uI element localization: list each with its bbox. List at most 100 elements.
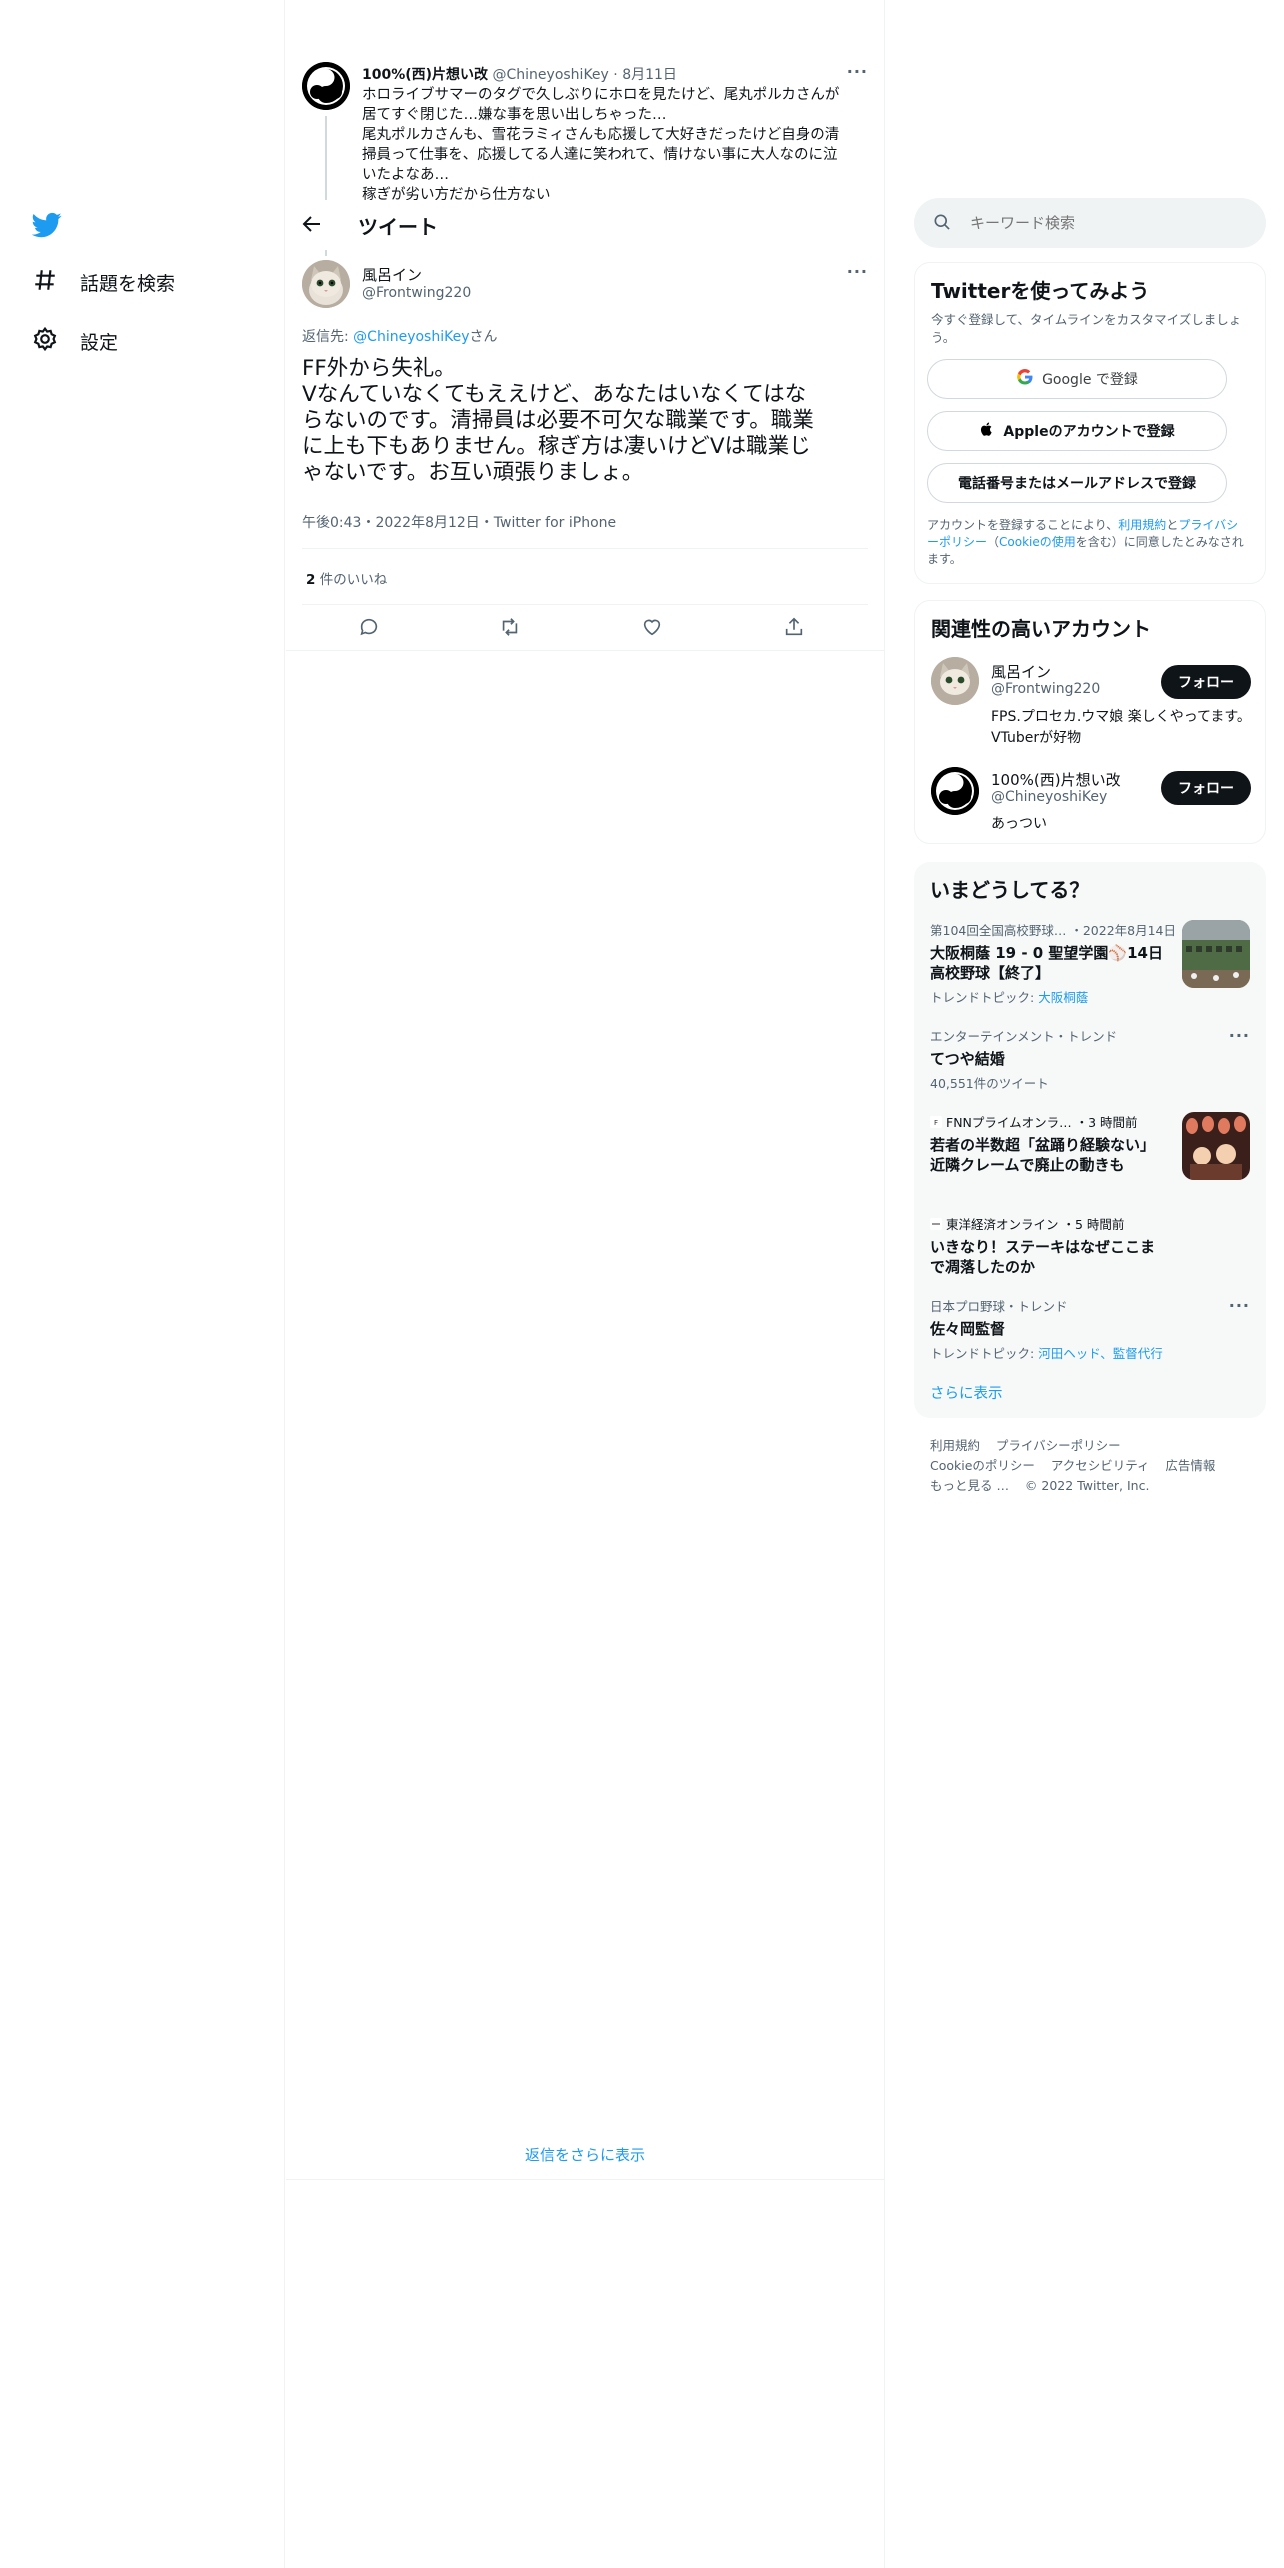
show-more-replies-link[interactable]: 返信をさらに表示 <box>286 2144 884 2165</box>
author-handle[interactable]: @Frontwing220 <box>362 285 471 301</box>
account-name: 風呂イン <box>991 663 1052 681</box>
tweet-text: ホロライブサマーのタグで久しぶりにホロを見たけど、尾丸ポルカさんが 居てすぐ閉じ… <box>362 85 862 200</box>
likes-label: 件のいいね <box>319 572 388 588</box>
footer-cookie-link[interactable]: Cookieのポリシー <box>930 1458 1035 1473</box>
trend-category: FNNプライムオンラ… ・3 時間前 <box>946 1115 1138 1130</box>
footer-copyright: © 2022 Twitter, Inc. <box>1024 1478 1150 1493</box>
account-handle: @Frontwing220 <box>991 681 1101 697</box>
apple-signup-label: Appleのアカウントで登録 <box>1003 424 1175 440</box>
parent-tweet[interactable]: 100%(西)片想い改 @ChineyoshiKey · 8月11日 ··· ホ… <box>302 62 868 200</box>
follow-button[interactable]: フォロー <box>1161 771 1251 805</box>
nav-settings[interactable]: 設定 <box>32 326 118 357</box>
divider <box>286 2179 884 2180</box>
back-arrow-icon[interactable] <box>300 212 324 236</box>
apple-signup-button[interactable]: Appleのアカウントで登録 <box>927 411 1227 451</box>
avatar[interactable] <box>931 657 979 705</box>
trend-title-line: 近隣クレームで廃止の動きも <box>930 1156 1125 1174</box>
search-icon <box>932 212 952 232</box>
more-options-icon[interactable]: ··· <box>847 262 868 281</box>
trend-topic-link[interactable]: 大阪桐蔭 <box>1038 990 1088 1005</box>
nav-explore[interactable]: 話題を検索 <box>32 267 175 298</box>
author-name[interactable]: 100%(西)片想い改 <box>362 67 488 83</box>
reply-icon[interactable] <box>358 616 380 638</box>
tweet-line: 居てすぐ閉じた…嫌な事を思い出しちゃった… <box>362 107 667 123</box>
search-input[interactable] <box>970 210 1240 236</box>
footer-privacy-link[interactable]: プライバシーポリシー <box>996 1438 1121 1453</box>
related-accounts-card: 関連性の高いアカウント 風呂イン @Frontwing220 FPS.プロセカ.… <box>914 600 1266 844</box>
phone-email-signup-button[interactable]: 電話番号またはメールアドレスで登録 <box>927 463 1227 503</box>
signup-legal-text: アカウントを登録することにより、利用規約とプライバシーポリシー（Cookieの使… <box>927 517 1249 568</box>
reply-suffix: さん <box>469 329 498 345</box>
account-bio: あっつい <box>991 816 1047 832</box>
tweet-timestamp[interactable]: 午後0:43・2022年8月12日・Twitter for iPhone <box>302 512 616 532</box>
trend-category: 日本プロ野球・トレンド <box>930 1299 1068 1314</box>
trend-category: 東洋経済オンライン ・5 時間前 <box>946 1217 1125 1232</box>
trend-topic-link[interactable]: 河田ヘッド、監督代行 <box>1038 1346 1163 1361</box>
trend-title-line: いきなり！ステーキはなぜここま <box>930 1238 1156 1256</box>
main-column: 100%(西)片想い改 @ChineyoshiKey · 8月11日 ··· ホ… <box>286 0 884 2568</box>
tweet-date[interactable]: 8月11日 <box>622 67 677 83</box>
avatar[interactable] <box>302 62 350 110</box>
trend-title-line: で凋落したのか <box>930 1258 1036 1276</box>
tweet-header: ツイート <box>286 200 884 248</box>
account-name: 100%(西)片想い改 <box>991 771 1121 789</box>
author-name[interactable]: 風呂イン <box>362 264 422 285</box>
column-divider <box>284 0 285 2568</box>
google-icon <box>1016 368 1034 390</box>
tweet-line: いたよなあ… <box>362 167 449 183</box>
account-row[interactable]: 風呂イン @Frontwing220 FPS.プロセカ.ウマ娘 楽しくやってます… <box>915 657 1267 757</box>
share-icon[interactable] <box>783 616 805 638</box>
trends-title: いまどうしてる？ <box>930 878 1090 902</box>
footer-more-link[interactable]: もっと見る … <box>930 1478 1009 1493</box>
tweet-body: FF外から失礼。 Vなんていなくてもええけど、あなたはいなくてはな らないのです… <box>302 356 868 486</box>
footer: 利用規約 プライバシーポリシー Cookieのポリシー アクセシビリティ 広告情… <box>930 1436 1260 1496</box>
author-handle[interactable]: @ChineyoshiKey <box>493 67 609 83</box>
signup-description: 今すぐ登録して、タイムラインをカスタマイズしましょう。 <box>931 312 1242 345</box>
retweet-icon[interactable] <box>499 616 521 638</box>
tweet-line: ゃないです。お互い頑張りましょ。 <box>302 460 644 485</box>
footer-accessibility-link[interactable]: アクセシビリティ <box>1051 1458 1150 1473</box>
tweet-line: FF外から失礼。 <box>302 356 456 381</box>
likes-summary[interactable]: 2 件のいいね <box>306 568 387 588</box>
gear-icon <box>32 326 58 357</box>
google-signup-button[interactable]: Google で登録 <box>927 359 1227 399</box>
trend-item[interactable]: 日本プロ野球・トレンド 佐々岡監督 トレンドトピック: 河田ヘッド、監督代行 <box>930 1296 1250 1362</box>
trend-category: エンターテインメント・トレンド <box>930 1029 1118 1044</box>
divider <box>302 548 868 549</box>
more-options-icon[interactable]: ··· <box>1229 1026 1250 1045</box>
page-title: ツイート <box>358 215 438 239</box>
thread-line <box>325 116 327 200</box>
trend-item[interactable]: 東洋経済オンライン ・5 時間前 いきなり！ステーキはなぜここま で凋落したのか <box>930 1214 1250 1277</box>
trend-title-line: てつや結婚 <box>930 1050 1005 1068</box>
right-sidebar: Twitterを使ってみよう 今すぐ登録して、タイムラインをカスタマイズしましょ… <box>914 0 1266 2568</box>
footer-ads-link[interactable]: 広告情報 <box>1165 1458 1215 1473</box>
follow-button[interactable]: フォロー <box>1161 665 1251 699</box>
twitter-logo-icon[interactable] <box>31 210 62 240</box>
hashtag-icon <box>32 267 58 298</box>
avatar[interactable] <box>931 767 979 815</box>
news-source-icon: F <box>930 1115 942 1128</box>
legal-paren: （ <box>987 535 1000 549</box>
cookie-link[interactable]: Cookieの使用 <box>999 535 1076 549</box>
nav-explore-label: 話題を検索 <box>80 273 176 295</box>
trend-item[interactable]: エンターテインメント・トレンド てつや結婚 40,551件のツイート <box>930 1026 1250 1092</box>
trend-title-line: 大阪桐蔭 19 - 0 聖望学園⚾14日 <box>930 944 1163 962</box>
trend-title-line: 佐々岡監督 <box>930 1320 1006 1338</box>
related-title: 関連性の高いアカウント <box>931 617 1151 641</box>
like-heart-icon[interactable] <box>641 616 663 638</box>
more-options-icon[interactable]: ··· <box>1229 1296 1250 1315</box>
footer-terms-link[interactable]: 利用規約 <box>930 1438 980 1453</box>
thread-line <box>325 250 327 256</box>
more-options-icon[interactable]: ··· <box>847 62 868 81</box>
search-bar[interactable] <box>914 198 1266 248</box>
nav-settings-label: 設定 <box>80 332 119 354</box>
account-row[interactable]: 100%(西)片想い改 @ChineyoshiKey あっつい フォロー <box>915 767 1267 833</box>
show-more-trends-link[interactable]: さらに表示 <box>930 1382 1003 1403</box>
terms-link[interactable]: 利用規約 <box>1118 518 1166 532</box>
tweet-line: 稼ぎが劣い方だから仕方ない <box>362 187 551 200</box>
reply-to-link[interactable]: @ChineyoshiKey <box>353 329 469 345</box>
avatar[interactable] <box>302 260 350 308</box>
google-signup-label: Google で登録 <box>1042 372 1138 388</box>
divider <box>302 604 868 605</box>
account-handle: @ChineyoshiKey <box>991 789 1108 805</box>
